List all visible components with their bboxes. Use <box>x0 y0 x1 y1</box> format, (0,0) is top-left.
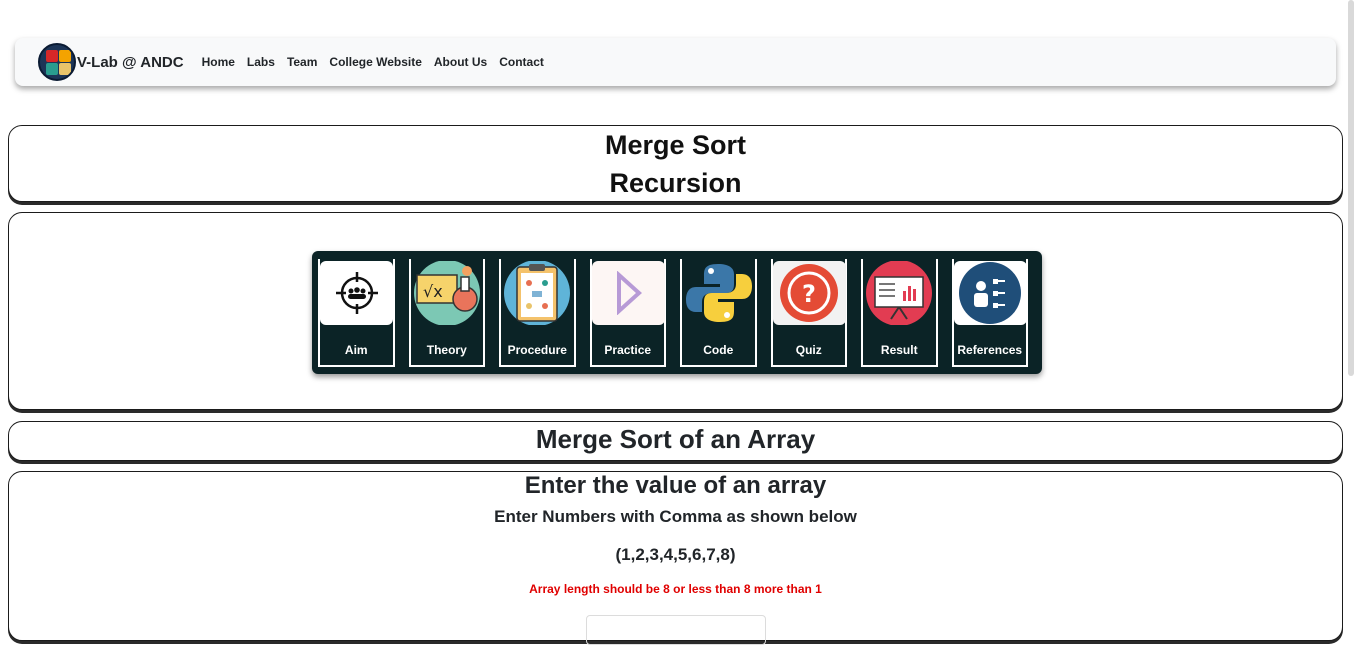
menu-item-code[interactable]: Code <box>680 259 757 367</box>
practice-icon <box>591 261 665 325</box>
nav-link-labs[interactable]: Labs <box>247 55 275 69</box>
menu-item-label: Theory <box>426 343 467 357</box>
procedure-icon <box>501 261 574 325</box>
college-logo-icon[interactable] <box>38 43 76 81</box>
page-subtitle: Recursion <box>609 168 742 198</box>
menu-card: Aim √x Theory Procedure Practice Code ? … <box>8 212 1343 410</box>
menu-item-label: Procedure <box>507 343 567 357</box>
nav-link-contact[interactable]: Contact <box>499 55 544 69</box>
menu-item-label: References <box>957 343 1023 357</box>
menu-item-label: Practice <box>604 343 652 357</box>
nav-link-college-website[interactable]: College Website <box>329 55 421 69</box>
menu-item-references[interactable]: References <box>951 259 1028 367</box>
experiment-title-card: Merge Sort Recursion <box>8 125 1343 202</box>
quiz-icon: ? <box>772 261 846 325</box>
section-title: Merge Sort of an Array <box>535 424 816 454</box>
navbar: V-Lab @ ANDC Home Labs Team College Webs… <box>15 38 1336 86</box>
nav-link-home[interactable]: Home <box>202 55 235 69</box>
svg-text:√x: √x <box>423 282 443 301</box>
menu-item-aim[interactable]: Aim <box>318 259 395 367</box>
menu-item-practice[interactable]: Practice <box>589 259 666 367</box>
input-heading: Enter the value of an array <box>524 472 827 499</box>
menu-item-label: Result <box>880 343 918 357</box>
python-icon <box>682 261 755 325</box>
nav-link-about-us[interactable]: About Us <box>434 55 487 69</box>
references-icon <box>953 261 1027 325</box>
menu-panel: Aim √x Theory Procedure Practice Code ? … <box>312 251 1042 374</box>
input-instruction: Enter Numbers with Comma as shown below <box>494 507 857 526</box>
menu-item-result[interactable]: Result <box>861 259 938 367</box>
array-length-warning: Array length should be 8 or less than 8 … <box>529 582 822 596</box>
page-title: Merge Sort <box>604 130 747 160</box>
menu-item-label: Aim <box>344 343 368 357</box>
menu-item-theory[interactable]: √x Theory <box>408 259 485 367</box>
section-title-card: Merge Sort of an Array <box>8 421 1343 461</box>
nav-link-team[interactable]: Team <box>287 55 317 69</box>
svg-text:?: ? <box>802 280 816 308</box>
menu-item-label: Code <box>703 343 734 357</box>
array-input-card: Enter the value of an array Enter Number… <box>8 471 1343 645</box>
input-example: (1,2,3,4,5,6,7,8) <box>615 545 736 564</box>
menu-item-quiz[interactable]: ? Quiz <box>770 259 847 367</box>
result-icon <box>863 261 936 325</box>
menu-item-label: Quiz <box>795 343 822 357</box>
theory-icon: √x <box>411 261 484 325</box>
menu-item-procedure[interactable]: Procedure <box>499 259 576 367</box>
page-scrollbar[interactable] <box>1348 0 1354 376</box>
aim-icon <box>320 261 393 325</box>
brand-name[interactable]: V-Lab @ ANDC <box>77 54 184 71</box>
array-input-field[interactable] <box>586 615 766 645</box>
